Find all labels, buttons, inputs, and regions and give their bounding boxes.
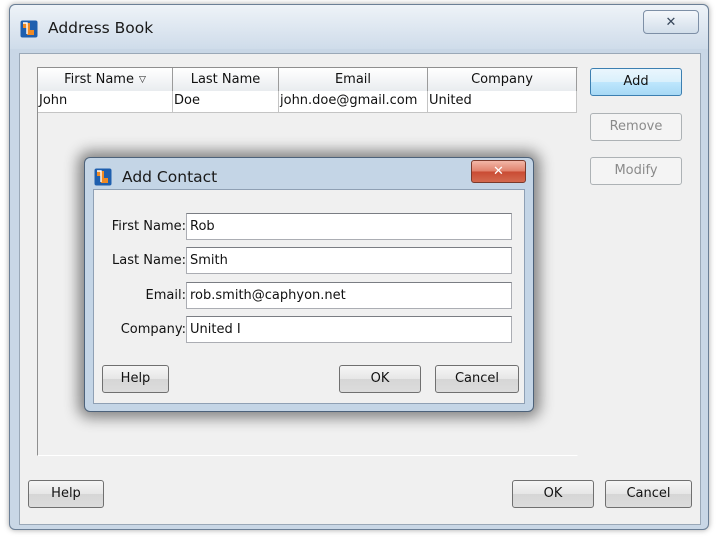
cell-first-name: John [38, 91, 173, 113]
sort-descending-icon: ▽ [138, 75, 146, 85]
cancel-button[interactable]: Cancel [605, 480, 692, 508]
close-icon: ✕ [665, 14, 677, 30]
dialog-client-area: First Name: Last Name: Email: Company: H… [93, 189, 525, 404]
column-header-company[interactable]: Company [428, 68, 577, 92]
dialog-ok-button[interactable]: OK [339, 365, 421, 393]
last-name-input[interactable] [186, 247, 512, 274]
close-icon: ✕ [493, 164, 504, 179]
cell-company: United [428, 91, 577, 113]
column-header-email[interactable]: Email [279, 68, 428, 92]
cell-email: john.doe@gmail.com [279, 91, 428, 113]
add-button[interactable]: Add [590, 68, 682, 96]
help-button[interactable]: Help [28, 480, 104, 508]
dialog-close-button[interactable]: ✕ [471, 160, 526, 183]
first-name-input[interactable] [186, 213, 512, 240]
app-logo-icon [94, 168, 112, 186]
first-name-label: First Name: [111, 219, 186, 234]
company-label: Company: [120, 322, 186, 337]
table-header: First Name ▽ Last Name Email Company [38, 68, 577, 92]
cell-last-name: Doe [173, 91, 279, 113]
app-logo-icon [20, 20, 38, 38]
email-input[interactable] [186, 282, 512, 309]
column-header-last-name[interactable]: Last Name [173, 68, 279, 92]
add-contact-dialog: Add Contact ✕ First Name: Last Name: Ema… [84, 157, 534, 412]
table-row[interactable]: John Doe john.doe@gmail.com United [38, 91, 577, 113]
last-name-label: Last Name: [112, 253, 186, 268]
modify-button[interactable]: Modify [590, 157, 682, 185]
dialog-cancel-button[interactable]: Cancel [435, 365, 519, 393]
company-input[interactable] [186, 316, 512, 343]
window-close-button[interactable]: ✕ [643, 10, 699, 34]
dialog-title: Add Contact [122, 168, 218, 186]
dialog-help-button[interactable]: Help [102, 365, 169, 393]
ok-button[interactable]: OK [512, 480, 594, 508]
window-title: Address Book [48, 19, 154, 37]
column-header-first-name[interactable]: First Name ▽ [38, 68, 173, 92]
email-label: Email: [145, 288, 186, 303]
remove-button[interactable]: Remove [590, 113, 682, 141]
title-bar[interactable]: Address Book ✕ [10, 5, 708, 49]
